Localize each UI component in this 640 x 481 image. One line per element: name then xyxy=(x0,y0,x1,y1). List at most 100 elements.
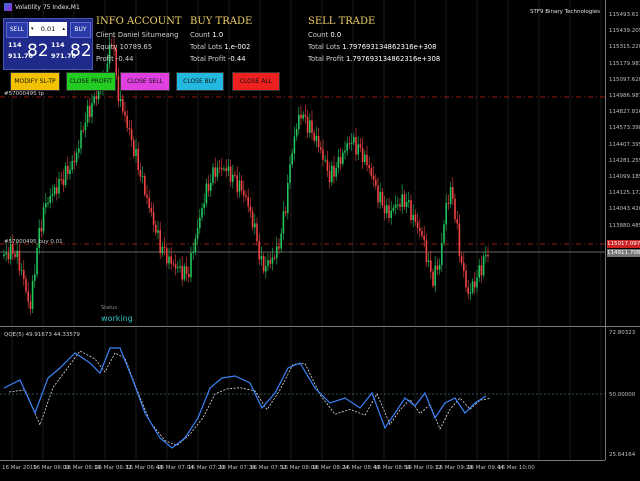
candle-body xyxy=(487,254,489,257)
candle-body xyxy=(383,205,386,214)
candle-body xyxy=(463,262,465,271)
buy-lots-value: 1.e-002 xyxy=(224,43,251,51)
price-tick-label: 114125.1720 xyxy=(609,190,640,197)
candle-body xyxy=(337,157,340,168)
candle-body xyxy=(126,115,128,128)
candle-body xyxy=(300,114,302,119)
candle-body xyxy=(456,219,458,224)
candle-body xyxy=(251,211,254,228)
sell-trade-title: SELL TRADE xyxy=(308,16,376,27)
qqe-indicator-pane[interactable] xyxy=(0,328,605,460)
candle-body xyxy=(425,240,428,263)
candle-body xyxy=(309,120,311,133)
candle-body xyxy=(416,221,419,228)
symbol-label: Volatility 75 Index,M1 xyxy=(15,3,80,11)
sell-lots-value: 1.797693134862316e+308 xyxy=(342,43,437,51)
candle-body xyxy=(27,291,29,302)
candle-body xyxy=(53,187,56,195)
candle-body xyxy=(295,129,298,137)
candle-body xyxy=(97,89,100,100)
candle-body xyxy=(117,76,120,102)
time-axis[interactable]: 16 Mar 2019 16 Mar 06:00 16 Mar 06:16 16 Ma… xyxy=(0,460,605,481)
candle-body xyxy=(471,281,474,293)
modify-sl-tp-button[interactable]: MODIFY SL-TP xyxy=(10,72,60,91)
candle-body xyxy=(412,214,414,221)
lot-increase-icon[interactable]: ▴ xyxy=(62,22,65,36)
buy-button[interactable]: BUY xyxy=(70,22,91,38)
pane-separator[interactable] xyxy=(0,326,640,327)
buy-lots-label: Total Lots xyxy=(190,43,223,51)
candle-body xyxy=(9,244,12,260)
lot-size-input[interactable]: ▾ 0.01 ▴ xyxy=(29,22,67,36)
candle-body xyxy=(84,122,87,131)
candle-body xyxy=(18,250,21,271)
candle-body xyxy=(419,227,421,232)
sell-button[interactable]: SELL xyxy=(6,22,28,38)
candle-body xyxy=(67,165,69,174)
candle-body xyxy=(170,256,172,264)
equity-value: Equity 10789.65 xyxy=(96,43,153,51)
candle-body xyxy=(73,160,76,163)
candle-body xyxy=(177,267,179,269)
candle-body xyxy=(392,207,395,211)
price-tick-label: 115315.2205 xyxy=(609,44,640,51)
price-tick-label: 114986.9870 xyxy=(609,93,640,99)
candle-body xyxy=(236,175,238,192)
candle-body xyxy=(326,159,329,171)
sell-quote[interactable]: 114 911.70 82 xyxy=(6,39,49,66)
candle-body xyxy=(485,254,487,257)
candle-body xyxy=(199,217,201,229)
sell-lots-label: Total Lots xyxy=(308,43,341,51)
candle-body xyxy=(346,143,348,151)
candle-body xyxy=(232,174,234,182)
candle-body xyxy=(348,143,351,145)
buy-quote[interactable]: 114 971.70 82 xyxy=(49,39,92,66)
candle-body xyxy=(227,166,230,171)
candle-body xyxy=(474,281,476,288)
candle-body xyxy=(148,197,150,208)
candle-body xyxy=(258,241,260,260)
time-tick-label: 16 Mar 2019 xyxy=(2,465,37,471)
candle-body xyxy=(23,270,25,280)
lot-decrease-icon[interactable]: ▾ xyxy=(31,22,34,36)
candle-body xyxy=(267,260,269,267)
candle-body xyxy=(421,231,423,236)
candle-body xyxy=(128,127,131,130)
price-tick-label: 114043.4260 xyxy=(609,206,640,213)
buy-count-value: 1.0 xyxy=(212,31,224,39)
candle-body xyxy=(260,256,263,260)
sell-profit-label: Total Profit xyxy=(308,55,344,63)
candle-body xyxy=(359,144,362,148)
candle-body xyxy=(331,165,333,183)
close-all-button[interactable]: CLOSE ALL xyxy=(232,72,280,91)
candle-body xyxy=(91,103,93,117)
candle-body xyxy=(192,252,194,254)
candle-body xyxy=(298,114,300,130)
candle-body xyxy=(375,179,377,186)
info-account-panel: INFO ACCOUNT Client Daniel Situmeang Equ… xyxy=(96,15,182,65)
candle-body xyxy=(278,246,280,249)
candle-body xyxy=(276,246,278,258)
candle-body xyxy=(124,111,126,116)
candle-body xyxy=(214,167,216,177)
candle-body xyxy=(185,266,188,274)
price-tick-label: 115439.2050 xyxy=(609,28,640,35)
candle-body xyxy=(34,274,36,281)
close-profit-button[interactable]: CLOSE PROFIT xyxy=(66,72,116,91)
candle-body xyxy=(229,166,232,182)
buy-profit-label: Total Profit xyxy=(190,55,226,63)
sl-line-label: #57000495 tp xyxy=(4,91,44,97)
candle-body xyxy=(225,168,227,171)
price-axis[interactable]: 115493.61 115439.2050 115315.2205 115179.98… xyxy=(605,0,640,460)
candle-body xyxy=(137,148,139,171)
sell-profit-value: 1.797693134862316e+308 xyxy=(345,55,441,63)
close-sell-button[interactable]: CLOSE SELL xyxy=(120,72,170,91)
candle-body xyxy=(355,137,357,155)
qqe-title: QQE(5) 49.91673 44.33579 xyxy=(4,332,80,338)
sell-count-label: Count xyxy=(308,31,329,39)
candle-body xyxy=(183,266,186,280)
close-buy-button[interactable]: CLOSE BUY xyxy=(176,72,224,91)
candle-body xyxy=(163,246,166,249)
candle-body xyxy=(333,165,335,177)
candle-body xyxy=(339,157,342,164)
